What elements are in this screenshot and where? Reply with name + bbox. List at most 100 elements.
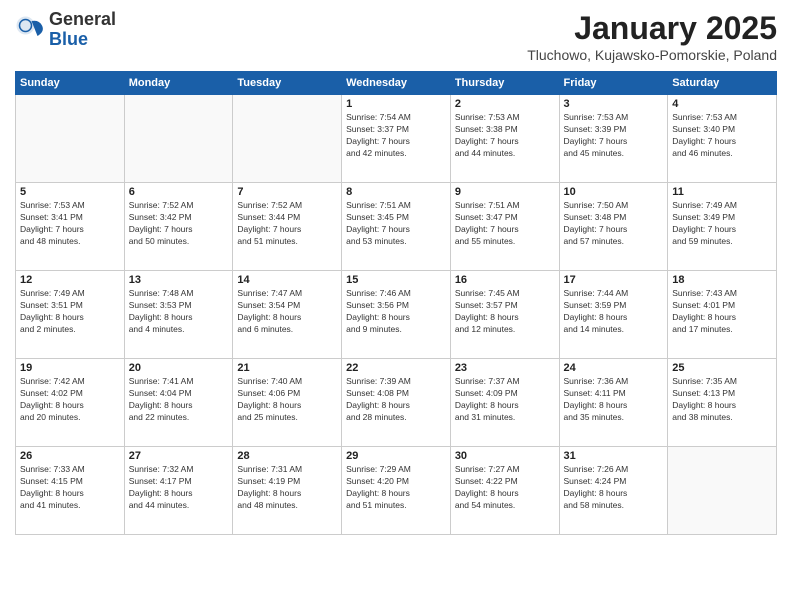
- day-info: Sunrise: 7:49 AM Sunset: 3:51 PM Dayligh…: [20, 288, 120, 336]
- day-number: 22: [346, 362, 446, 374]
- calendar-cell: 19 Sunrise: 7:42 AM Sunset: 4:02 PM Dayli…: [16, 359, 125, 447]
- calendar-cell: 18Sunrise: 7:43 AM Sunset: 4:01 PM Dayli…: [668, 271, 777, 359]
- weekday-header: Wednesday: [342, 72, 451, 95]
- day-number: 7: [237, 186, 337, 198]
- logo-general: General: [49, 10, 116, 30]
- calendar-subtitle: Tluchowo, Kujawsko-Pomorskie, Poland: [527, 47, 777, 63]
- weekday-header: Thursday: [450, 72, 559, 95]
- calendar-cell: 31 Sunrise: 7:26 AM Sunset: 4:24 PM Dayli…: [559, 447, 668, 535]
- weekday-header: Tuesday: [233, 72, 342, 95]
- logo-icon: [15, 15, 45, 45]
- calendar-week-row: 26 Sunrise: 7:33 AM Sunset: 4:15 PM Dayli…: [16, 447, 777, 535]
- day-info: Sunrise: 7:53 AM Sunset: 3:40 PM Dayligh…: [672, 112, 772, 160]
- day-number: 4: [672, 98, 772, 110]
- calendar-cell: 24 Sunrise: 7:36 AM Sunset: 4:11 PM Dayli…: [559, 359, 668, 447]
- day-info: Sunrise: 7:33 AM Sunset: 4:15 PM Dayligh…: [20, 464, 120, 512]
- day-number: 28: [237, 450, 337, 462]
- calendar-cell: 20 Sunrise: 7:41 AM Sunset: 4:04 PM Dayli…: [124, 359, 233, 447]
- day-info: Sunrise: 7:46 AM Sunset: 3:56 PM Dayligh…: [346, 288, 446, 336]
- calendar-cell: 15 Sunrise: 7:46 AM Sunset: 3:56 PM Dayli…: [342, 271, 451, 359]
- calendar-cell: 28 Sunrise: 7:31 AM Sunset: 4:19 PM Dayli…: [233, 447, 342, 535]
- day-number: 25: [672, 362, 772, 374]
- day-number: 2: [455, 98, 555, 110]
- day-info: Sunrise: 7:53 AM Sunset: 3:41 PM Dayligh…: [20, 200, 120, 248]
- day-number: 18: [672, 274, 772, 286]
- day-info: Sunrise: 7:51 AM Sunset: 3:45 PM Dayligh…: [346, 200, 446, 248]
- weekday-row: SundayMondayTuesdayWednesdayThursdayFrid…: [16, 72, 777, 95]
- day-info: Sunrise: 7:45 AM Sunset: 3:57 PM Dayligh…: [455, 288, 555, 336]
- day-number: 12: [20, 274, 120, 286]
- day-number: 11: [672, 186, 772, 198]
- day-info: Sunrise: 7:53 AM Sunset: 3:39 PM Dayligh…: [564, 112, 664, 160]
- calendar-cell: 1Sunrise: 7:54 AM Sunset: 3:37 PM Daylig…: [342, 95, 451, 183]
- calendar-cell: 30 Sunrise: 7:27 AM Sunset: 4:22 PM Dayli…: [450, 447, 559, 535]
- calendar-cell: 16Sunrise: 7:45 AM Sunset: 3:57 PM Dayli…: [450, 271, 559, 359]
- day-info: Sunrise: 7:44 AM Sunset: 3:59 PM Dayligh…: [564, 288, 664, 336]
- day-number: 31: [564, 450, 664, 462]
- day-info: Sunrise: 7:37 AM Sunset: 4:09 PM Dayligh…: [455, 376, 555, 424]
- weekday-header: Monday: [124, 72, 233, 95]
- calendar-week-row: 5 Sunrise: 7:53 AM Sunset: 3:41 PM Daylig…: [16, 183, 777, 271]
- day-number: 6: [129, 186, 229, 198]
- calendar-cell: [124, 95, 233, 183]
- calendar-cell: 29 Sunrise: 7:29 AM Sunset: 4:20 PM Dayli…: [342, 447, 451, 535]
- page: General Blue January 2025 Tluchowo, Kuja…: [0, 0, 792, 612]
- day-info: Sunrise: 7:41 AM Sunset: 4:04 PM Dayligh…: [129, 376, 229, 424]
- logo-text: General Blue: [49, 10, 116, 50]
- calendar-week-row: 12 Sunrise: 7:49 AM Sunset: 3:51 PM Dayli…: [16, 271, 777, 359]
- day-info: Sunrise: 7:51 AM Sunset: 3:47 PM Dayligh…: [455, 200, 555, 248]
- day-info: Sunrise: 7:26 AM Sunset: 4:24 PM Dayligh…: [564, 464, 664, 512]
- day-number: 5: [20, 186, 120, 198]
- calendar-week-row: 1Sunrise: 7:54 AM Sunset: 3:37 PM Daylig…: [16, 95, 777, 183]
- calendar-cell: 3Sunrise: 7:53 AM Sunset: 3:39 PM Daylig…: [559, 95, 668, 183]
- day-number: 27: [129, 450, 229, 462]
- calendar-cell: [233, 95, 342, 183]
- calendar-week-row: 19 Sunrise: 7:42 AM Sunset: 4:02 PM Dayli…: [16, 359, 777, 447]
- day-number: 29: [346, 450, 446, 462]
- day-info: Sunrise: 7:35 AM Sunset: 4:13 PM Dayligh…: [672, 376, 772, 424]
- calendar-cell: 26 Sunrise: 7:33 AM Sunset: 4:15 PM Dayli…: [16, 447, 125, 535]
- calendar-cell: 11Sunrise: 7:49 AM Sunset: 3:49 PM Dayli…: [668, 183, 777, 271]
- day-number: 10: [564, 186, 664, 198]
- weekday-header: Friday: [559, 72, 668, 95]
- day-number: 26: [20, 450, 120, 462]
- day-number: 20: [129, 362, 229, 374]
- calendar-cell: 27Sunrise: 7:32 AM Sunset: 4:17 PM Dayli…: [124, 447, 233, 535]
- calendar-table: SundayMondayTuesdayWednesdayThursdayFrid…: [15, 71, 777, 535]
- calendar-cell: 21 Sunrise: 7:40 AM Sunset: 4:06 PM Dayli…: [233, 359, 342, 447]
- calendar-cell: [668, 447, 777, 535]
- calendar-cell: 13Sunrise: 7:48 AM Sunset: 3:53 PM Dayli…: [124, 271, 233, 359]
- day-number: 19: [20, 362, 120, 374]
- day-info: Sunrise: 7:31 AM Sunset: 4:19 PM Dayligh…: [237, 464, 337, 512]
- day-info: Sunrise: 7:47 AM Sunset: 3:54 PM Dayligh…: [237, 288, 337, 336]
- day-info: Sunrise: 7:42 AM Sunset: 4:02 PM Dayligh…: [20, 376, 120, 424]
- day-info: Sunrise: 7:27 AM Sunset: 4:22 PM Dayligh…: [455, 464, 555, 512]
- header: General Blue January 2025 Tluchowo, Kuja…: [15, 10, 777, 63]
- day-number: 9: [455, 186, 555, 198]
- calendar-cell: 14 Sunrise: 7:47 AM Sunset: 3:54 PM Dayli…: [233, 271, 342, 359]
- calendar-title: January 2025: [527, 10, 777, 47]
- day-info: Sunrise: 7:50 AM Sunset: 3:48 PM Dayligh…: [564, 200, 664, 248]
- day-number: 30: [455, 450, 555, 462]
- day-number: 13: [129, 274, 229, 286]
- day-number: 21: [237, 362, 337, 374]
- calendar-cell: 6 Sunrise: 7:52 AM Sunset: 3:42 PM Daylig…: [124, 183, 233, 271]
- day-number: 8: [346, 186, 446, 198]
- calendar-cell: 25 Sunrise: 7:35 AM Sunset: 4:13 PM Dayli…: [668, 359, 777, 447]
- title-block: January 2025 Tluchowo, Kujawsko-Pomorski…: [527, 10, 777, 63]
- day-info: Sunrise: 7:29 AM Sunset: 4:20 PM Dayligh…: [346, 464, 446, 512]
- calendar-cell: 8 Sunrise: 7:51 AM Sunset: 3:45 PM Daylig…: [342, 183, 451, 271]
- day-info: Sunrise: 7:52 AM Sunset: 3:42 PM Dayligh…: [129, 200, 229, 248]
- logo: General Blue: [15, 10, 116, 50]
- day-number: 24: [564, 362, 664, 374]
- calendar-cell: 22Sunrise: 7:39 AM Sunset: 4:08 PM Dayli…: [342, 359, 451, 447]
- calendar-cell: 2Sunrise: 7:53 AM Sunset: 3:38 PM Daylig…: [450, 95, 559, 183]
- calendar-body: 1Sunrise: 7:54 AM Sunset: 3:37 PM Daylig…: [16, 95, 777, 535]
- day-info: Sunrise: 7:36 AM Sunset: 4:11 PM Dayligh…: [564, 376, 664, 424]
- calendar-cell: 10 Sunrise: 7:50 AM Sunset: 3:48 PM Dayli…: [559, 183, 668, 271]
- day-number: 15: [346, 274, 446, 286]
- calendar-cell: 23Sunrise: 7:37 AM Sunset: 4:09 PM Dayli…: [450, 359, 559, 447]
- day-info: Sunrise: 7:40 AM Sunset: 4:06 PM Dayligh…: [237, 376, 337, 424]
- calendar-cell: 9 Sunrise: 7:51 AM Sunset: 3:47 PM Daylig…: [450, 183, 559, 271]
- day-number: 14: [237, 274, 337, 286]
